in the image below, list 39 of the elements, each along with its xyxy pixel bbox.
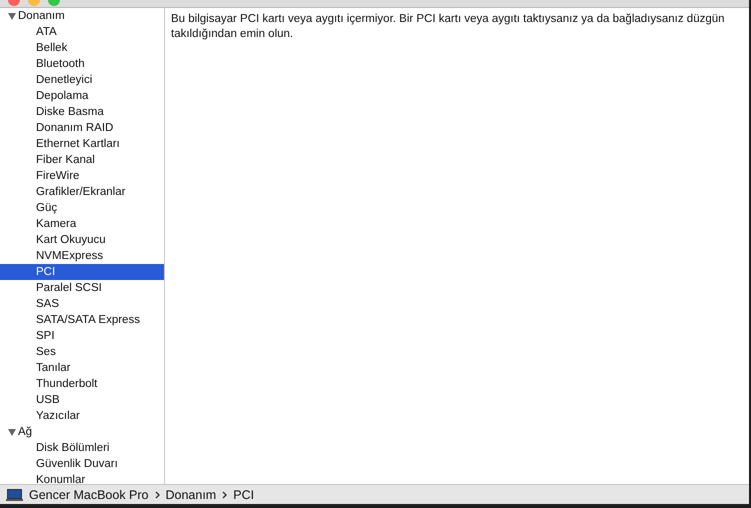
sidebar-item[interactable]: SAS	[0, 296, 164, 312]
sidebar-item[interactable]: Bluetooth	[0, 56, 164, 72]
sidebar-item[interactable]: Diske Basma	[0, 104, 164, 120]
sidebar-item[interactable]: Donanım RAID	[0, 120, 164, 136]
sidebar-item[interactable]: SPI	[0, 328, 164, 344]
sidebar-item[interactable]: SATA/SATA Express	[0, 312, 164, 328]
sidebar-item[interactable]: Güç	[0, 200, 164, 216]
chevron-icon	[154, 490, 160, 498]
sidebar-item[interactable]: Paralel SCSI	[0, 280, 164, 296]
sidebar-item[interactable]: ATA	[0, 24, 164, 40]
sidebar-group[interactable]: Ağ	[18, 426, 32, 438]
sidebar-item[interactable]: Fiber Kanal	[0, 152, 164, 168]
sidebar-item[interactable]: PCI	[0, 264, 164, 280]
path-segment[interactable]: Donanım	[166, 488, 216, 502]
sidebar-item[interactable]: Tanılar	[0, 360, 164, 376]
sidebar-item[interactable]: Bellek	[0, 40, 164, 56]
disclosure-icon[interactable]	[8, 428, 16, 436]
chevron-icon	[222, 490, 228, 498]
sidebar-item[interactable]: FireWire	[0, 168, 164, 184]
laptop-icon	[6, 488, 23, 500]
sidebar-item[interactable]: Kart Okuyucu	[0, 232, 164, 248]
path-segment[interactable]: PCI	[233, 488, 254, 502]
sidebar-item[interactable]: NVMExpress	[0, 248, 164, 264]
sidebar-item[interactable]: Disk Bölümleri	[0, 440, 164, 456]
sidebar-item[interactable]: Konumlar	[0, 472, 164, 484]
sidebar-item[interactable]: Denetleyici	[0, 72, 164, 88]
sidebar-item[interactable]: Grafikler/Ekranlar	[0, 184, 164, 200]
sidebar-item[interactable]: USB	[0, 392, 164, 408]
sidebar-item[interactable]: Kamera	[0, 216, 164, 232]
sidebar-item[interactable]: Ses	[0, 344, 164, 360]
sidebar-group[interactable]: Donanım	[18, 10, 65, 22]
sidebar-item[interactable]: Güvenlik Duvarı	[0, 456, 164, 472]
message-text: Bu bilgisayar PCI kartı veya aygıtı içermiyor. Bir PCI kartı veya aygıtı taktıysanız ya da bağladıysanız düzgün takıldığından emin olun.	[171, 12, 726, 42]
disclosure-icon[interactable]	[8, 12, 16, 20]
path-segment[interactable]: Gencer MacBook Pro	[29, 488, 148, 502]
sidebar-item[interactable]: Yazıcılar	[0, 408, 164, 424]
sidebar-item[interactable]: Thunderbolt	[0, 376, 164, 392]
sidebar-item[interactable]: Depolama	[0, 88, 164, 104]
sidebar-item[interactable]: Ethernet Kartları	[0, 136, 164, 152]
